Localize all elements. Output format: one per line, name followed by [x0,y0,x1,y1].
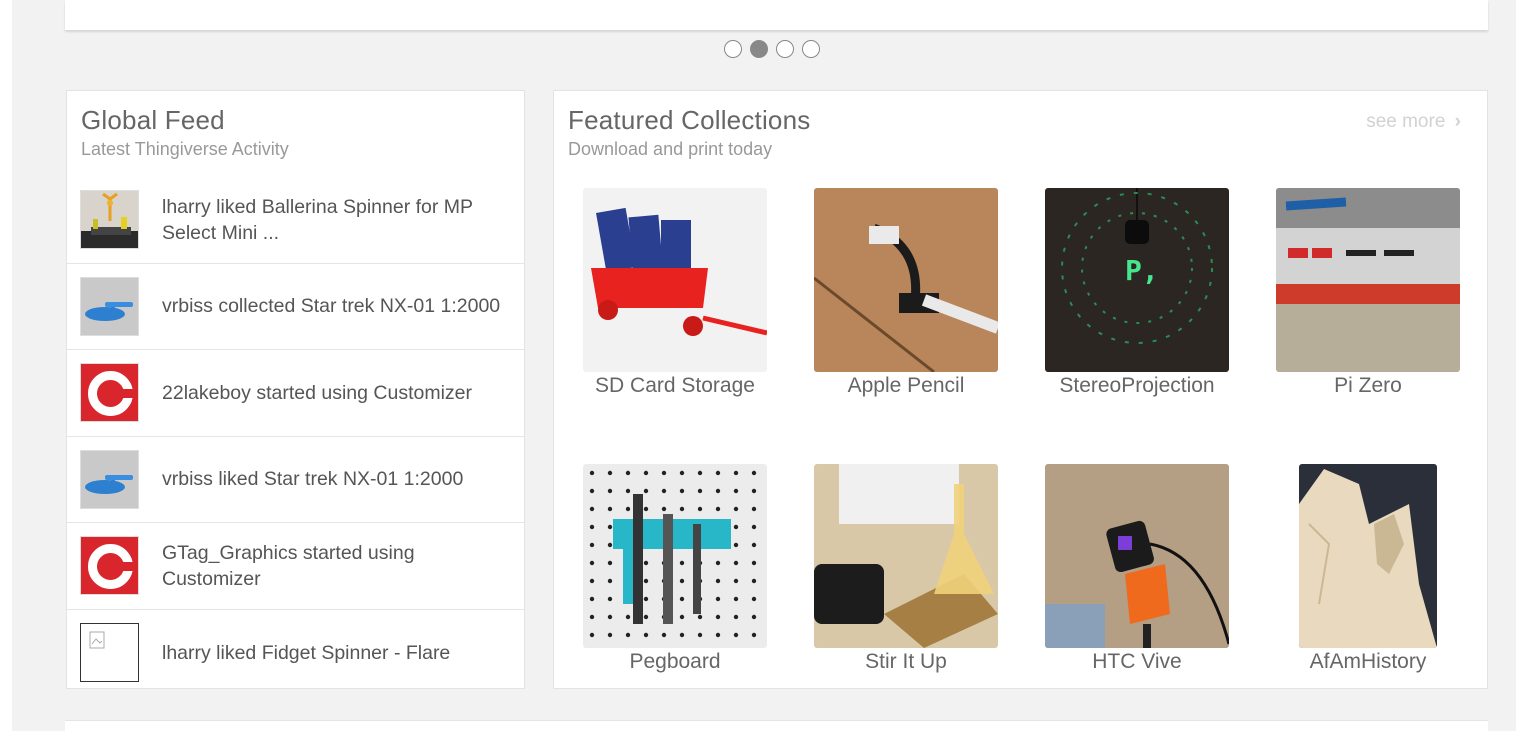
starship-thumbnail[interactable] [80,276,139,336]
collection-card[interactable]: Stir It Up [814,464,998,674]
feed-item-text[interactable]: GTag_Graphics started using Customizer [162,540,507,592]
featured-collections-subtitle: Download and print today [568,139,773,159]
feed-item-text[interactable]: lharry liked Ballerina Spinner for MP Se… [162,194,507,246]
carousel-dot-3[interactable] [776,40,794,58]
stir-it-up-image[interactable] [814,464,998,648]
collection-label[interactable]: Pegboard [583,650,767,674]
next-section-card [65,720,1488,731]
carousel-dot-1[interactable] [724,40,742,58]
global-feed-panel: Global Feed Latest Thingiverse Activity … [66,90,525,689]
feed-list: lharry liked Ballerina Spinner for MP Se… [67,177,524,696]
collection-card[interactable]: AfAmHistory [1276,464,1460,674]
carousel-dot-4[interactable] [802,40,820,58]
customizer-logo[interactable] [80,363,139,423]
collection-card[interactable]: Apple Pencil [814,188,998,398]
carousel-pagination [724,40,820,58]
stereoprojection-image[interactable]: P, [1045,188,1229,372]
feed-item-text[interactable]: vrbiss collected Star trek NX-01 1:2000 [162,293,507,319]
collection-label[interactable]: SD Card Storage [583,374,767,398]
global-feed-subtitle: Latest Thingiverse Activity [81,139,289,159]
feed-item-text[interactable]: vrbiss liked Star trek NX-01 1:2000 [162,466,507,492]
global-feed-title: Global Feed [81,105,225,135]
collection-label[interactable]: Apple Pencil [814,374,998,398]
carousel-card [65,0,1488,30]
broken-image-icon[interactable] [80,623,139,683]
feed-item[interactable]: vrbiss liked Star trek NX-01 1:2000 [67,437,524,523]
collection-label[interactable]: HTC Vive [1045,650,1229,674]
collection-label[interactable]: StereoProjection [1045,374,1229,398]
collection-card[interactable]: Pegboard [583,464,767,674]
feed-item[interactable]: 22lakeboy started using Customizer [67,350,524,437]
collection-label[interactable]: Stir It Up [814,650,998,674]
feed-item[interactable]: vrbiss collected Star trek NX-01 1:2000 [67,264,524,350]
feed-item-text[interactable]: lharry liked Fidget Spinner - Flare [162,640,507,666]
see-more-label[interactable]: see more [1366,111,1445,132]
feed-item[interactable]: GTag_Graphics started using Customizer [67,523,524,610]
carousel-dot-2[interactable] [750,40,768,58]
afamhistory-image[interactable] [1299,464,1437,648]
chevron-right-icon: › [1454,111,1461,132]
collections-grid: SD Card Storage Apple Pencil P, StereoPr… [583,188,1460,674]
featured-collections-panel: Featured Collections Download and print … [553,90,1488,689]
featured-collections-title: Featured Collections [568,105,811,135]
see-more-link[interactable]: see more › [1366,111,1461,133]
feed-item[interactable]: lharry liked Ballerina Spinner for MP Se… [67,177,524,264]
feed-item[interactable]: lharry liked Fidget Spinner - Flare [67,610,524,697]
collection-card[interactable]: Pi Zero [1276,188,1460,398]
collection-label[interactable]: Pi Zero [1276,374,1460,398]
apple-pencil-image[interactable] [814,188,998,372]
collection-card[interactable]: P, StereoProjection [1045,188,1229,398]
htc-vive-image[interactable] [1045,464,1229,648]
customizer-logo[interactable] [80,536,139,596]
feed-item-text[interactable]: 22lakeboy started using Customizer [162,380,507,406]
collection-label[interactable]: AfAmHistory [1276,650,1460,674]
starship-thumbnail[interactable] [80,449,139,509]
pegboard-image[interactable] [583,464,767,648]
ballerina-thumbnail[interactable] [80,190,139,250]
sd-card-storage-image[interactable] [583,188,767,372]
pi-zero-image[interactable] [1276,188,1460,372]
collection-card[interactable]: HTC Vive [1045,464,1229,674]
svg-text:P,: P, [1125,254,1159,287]
collection-card[interactable]: SD Card Storage [583,188,767,398]
